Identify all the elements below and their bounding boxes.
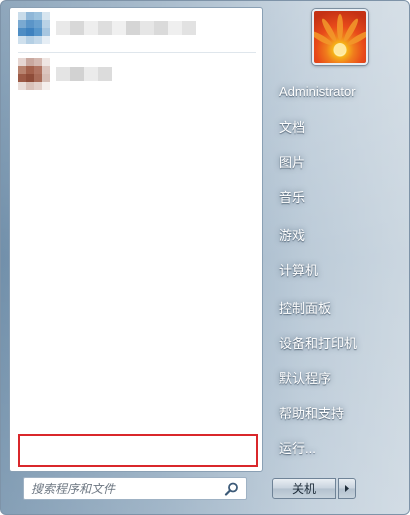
menu-item-documents[interactable]: 文档 — [273, 113, 393, 139]
programs-pane — [9, 7, 263, 472]
start-menu: Administrator 文档 图片 音乐 游戏 计算机 控制面板 设备和打印… — [0, 0, 410, 515]
program-label-blurred — [56, 21, 196, 35]
search-icon[interactable] — [224, 482, 240, 496]
recent-program-item[interactable] — [14, 56, 258, 92]
shutdown-options-button[interactable] — [338, 478, 356, 499]
menu-item-games[interactable]: 游戏 — [273, 221, 393, 247]
separator — [18, 52, 256, 53]
menu-item-music[interactable]: 音乐 — [273, 183, 393, 209]
menu-item-run[interactable]: 运行... — [273, 434, 393, 460]
menu-item-devices-printers[interactable]: 设备和打印机 — [273, 329, 393, 355]
highlight-box — [18, 434, 258, 467]
menu-item-default-programs[interactable]: 默认程序 — [273, 364, 393, 390]
search-box[interactable] — [23, 477, 247, 500]
shutdown-button[interactable]: 关机 — [272, 478, 336, 499]
user-avatar[interactable] — [312, 9, 368, 65]
menu-item-control-panel[interactable]: 控制面板 — [273, 294, 393, 320]
pinned-program-item[interactable] — [14, 10, 258, 46]
arrow-right-icon — [345, 485, 349, 492]
program-icon — [18, 12, 50, 44]
menu-item-computer[interactable]: 计算机 — [273, 256, 393, 282]
program-label-blurred — [56, 67, 112, 81]
shutdown-group: 关机 — [272, 478, 360, 499]
menu-item-help-support[interactable]: 帮助和支持 — [273, 399, 393, 425]
user-name-link[interactable]: Administrator — [273, 78, 393, 104]
flower-icon — [314, 14, 366, 55]
menu-item-pictures[interactable]: 图片 — [273, 148, 393, 174]
search-input[interactable] — [31, 481, 217, 496]
program-icon — [18, 58, 50, 90]
